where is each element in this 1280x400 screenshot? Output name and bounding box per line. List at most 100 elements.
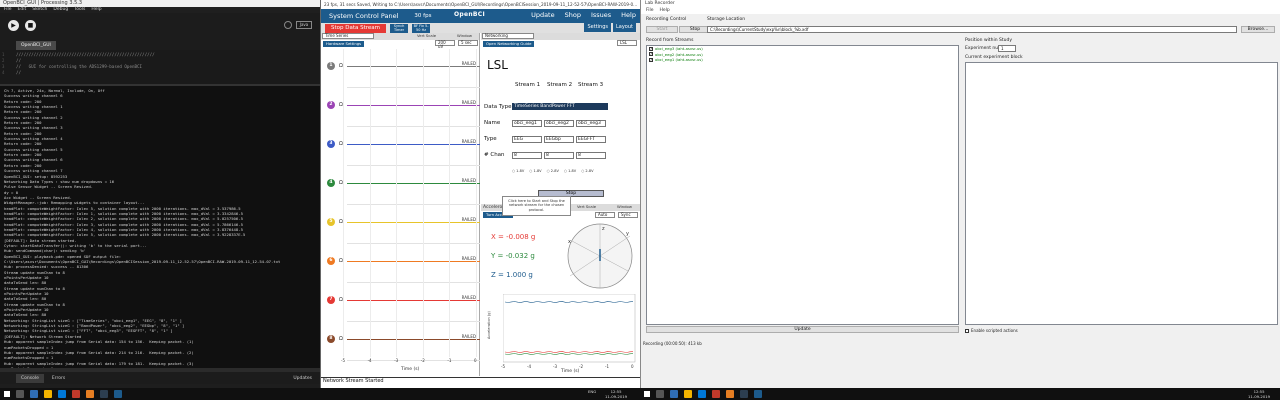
settings-button[interactable]: Settings (584, 23, 611, 32)
stop-data-stream-button[interactable]: Stop Data Stream (325, 23, 387, 33)
stream-1-name-input[interactable]: obci_eeg1 (512, 120, 542, 127)
hardware-settings-button[interactable]: Hardware Settings (323, 41, 365, 47)
recording-status: Recording (00:00:50): 413 kb (643, 341, 702, 346)
widget-selector[interactable]: Time Series (322, 33, 374, 39)
radio-option[interactable]: ○ 2-8V (581, 169, 593, 173)
processing-ide-window: OpenBCI_GUI | Processing 3.5.3 File Edit… (0, 0, 320, 384)
openbci-icon[interactable] (114, 390, 122, 398)
system-control-panel-button[interactable]: System Control Panel (321, 12, 406, 20)
type-label: Type (484, 136, 497, 142)
grid-line (422, 49, 424, 357)
channel-toggle-button[interactable]: 2 (327, 101, 335, 109)
help-button[interactable]: Help (621, 11, 636, 19)
issues-button[interactable]: Issues (591, 11, 611, 19)
name-label: Name (484, 120, 501, 126)
stream-1-type-input[interactable]: EEG (512, 136, 542, 143)
vert-scale-dropdown[interactable]: 200 uV (435, 40, 455, 49)
app-icon[interactable] (726, 390, 734, 398)
open-networking-guide-button[interactable]: Open Networking Guide (483, 41, 535, 47)
fps-selector[interactable]: 30 fps (406, 13, 439, 19)
channel-toggle-button[interactable]: 1 (327, 62, 335, 70)
radio-option[interactable]: ○ 1-8V (529, 169, 541, 173)
synch-timer-button[interactable]: Synch Timer (390, 23, 409, 33)
experiment-block-list[interactable] (965, 62, 1278, 325)
window-label: Window (457, 33, 472, 38)
stream-2-chan-input[interactable]: 8 (544, 152, 574, 159)
checkbox-icon[interactable]: ✓ (649, 46, 653, 51)
storage-path-input[interactable]: C:\Recordings\CurrentStudy\exp%n\block_%… (707, 26, 1237, 33)
layout-button[interactable]: Layout (613, 23, 636, 32)
stream-2-type-input[interactable]: EEGbp (544, 136, 574, 143)
browse-button[interactable]: Browse... (1241, 26, 1275, 33)
stream-3-name-input[interactable]: obci_eeg3 (576, 120, 606, 127)
stream-3-type-input[interactable]: EEGFFT (576, 136, 606, 143)
right-tray-clock[interactable]: 12:55 11-09-2019 (1248, 389, 1270, 399)
update-streams-button[interactable]: Update (646, 326, 959, 333)
console-tab[interactable]: Console (16, 373, 44, 383)
channel-row: 3 Ω RAILED (321, 127, 480, 166)
acc-window-dropdown[interactable]: Sync (618, 212, 638, 218)
channel-toggle-button[interactable]: 4 (327, 179, 335, 187)
app-icon[interactable] (712, 390, 720, 398)
folder-icon[interactable] (684, 390, 692, 398)
experiment-number-input[interactable]: 1 (998, 45, 1016, 52)
stop-button[interactable]: ■ (25, 20, 36, 31)
shop-button[interactable]: Shop (565, 11, 581, 19)
railed-label: RAILED (461, 217, 476, 222)
lab-menu-file[interactable]: File (646, 7, 654, 14)
window-dropdown[interactable]: 5 sec (458, 40, 478, 46)
debug-icon[interactable] (284, 21, 292, 29)
channel-toggle-button[interactable]: 8 (327, 335, 335, 343)
left-tray-lang[interactable]: ENG (588, 389, 596, 394)
enable-scripted-row[interactable]: Enable scripted actions (965, 328, 1018, 333)
left-tray-clock[interactable]: 12:55 11-09-2019 (605, 389, 627, 399)
run-button[interactable]: ▶ (8, 20, 19, 31)
checkbox-icon[interactable] (965, 328, 969, 333)
windows-start-icon[interactable] (4, 391, 10, 397)
radio-option[interactable]: ○ 1-8V (564, 169, 576, 173)
search-icon[interactable] (16, 390, 24, 398)
stream-item[interactable]: ✓ obci_eeg1 (iaht-asvsr-us) (647, 57, 958, 63)
search-icon[interactable] (656, 390, 664, 398)
stream-2-name-input[interactable]: obci_eeg2 (544, 120, 574, 127)
processing-icon[interactable] (740, 390, 748, 398)
store-icon[interactable] (58, 390, 66, 398)
update-button[interactable]: Update (531, 11, 555, 19)
axis-tick-label: -1 (447, 358, 452, 363)
channel-toggle-button[interactable]: 7 (327, 296, 335, 304)
axis-tick-label: -3 (553, 364, 557, 369)
processing-icon[interactable] (100, 390, 108, 398)
protocol-dropdown[interactable]: LSL (617, 40, 637, 46)
windows-start-icon[interactable] (644, 391, 650, 397)
stream-1-chan-input[interactable]: 8 (512, 152, 542, 159)
stream-3-chan-input[interactable]: 8 (576, 152, 606, 159)
folder-icon[interactable] (44, 390, 52, 398)
channel-toggle-button[interactable]: 5 (327, 218, 335, 226)
tab-openbci-gui[interactable]: OpenBCI_GUI (16, 41, 56, 50)
updates-label[interactable]: Updates (293, 376, 312, 381)
radio-option[interactable]: ○ 1-8V (512, 169, 524, 173)
start-button[interactable]: Start (646, 26, 678, 33)
openbci-icon[interactable] (754, 390, 762, 398)
radio-option[interactable]: ○ 2-8V (547, 169, 559, 173)
acc-vert-scale-dropdown[interactable]: Auto (595, 212, 615, 218)
channel-toggle-button[interactable]: 3 (327, 140, 335, 148)
code-editor[interactable]: 1234 ///////////////////////////////////… (0, 50, 320, 84)
checkbox-icon[interactable]: ✓ (649, 57, 653, 62)
errors-tab[interactable]: Errors (52, 376, 65, 381)
channel-toggle-button[interactable]: 6 (327, 257, 335, 265)
mode-selector[interactable]: Java (296, 21, 312, 29)
edge-icon[interactable] (30, 390, 38, 398)
data-type-dropdowns[interactable]: TimeSeries BandPower FFT (512, 103, 608, 110)
checkbox-icon[interactable]: ✓ (649, 52, 653, 57)
app-icon[interactable] (86, 390, 94, 398)
railed-label: RAILED (461, 334, 476, 339)
edge-icon[interactable] (670, 390, 678, 398)
networking-widget-selector[interactable]: Networking (482, 33, 534, 39)
app-icon[interactable] (72, 390, 80, 398)
console-output[interactable]: Ch 7, Active, 24x, Normal, Include, On, … (0, 84, 320, 368)
lab-menu-help[interactable]: Help (660, 7, 670, 14)
acc-x-value: X = -0.008 g (491, 233, 536, 241)
store-icon[interactable] (698, 390, 706, 398)
stream-3-header: Stream 3 (578, 82, 604, 88)
